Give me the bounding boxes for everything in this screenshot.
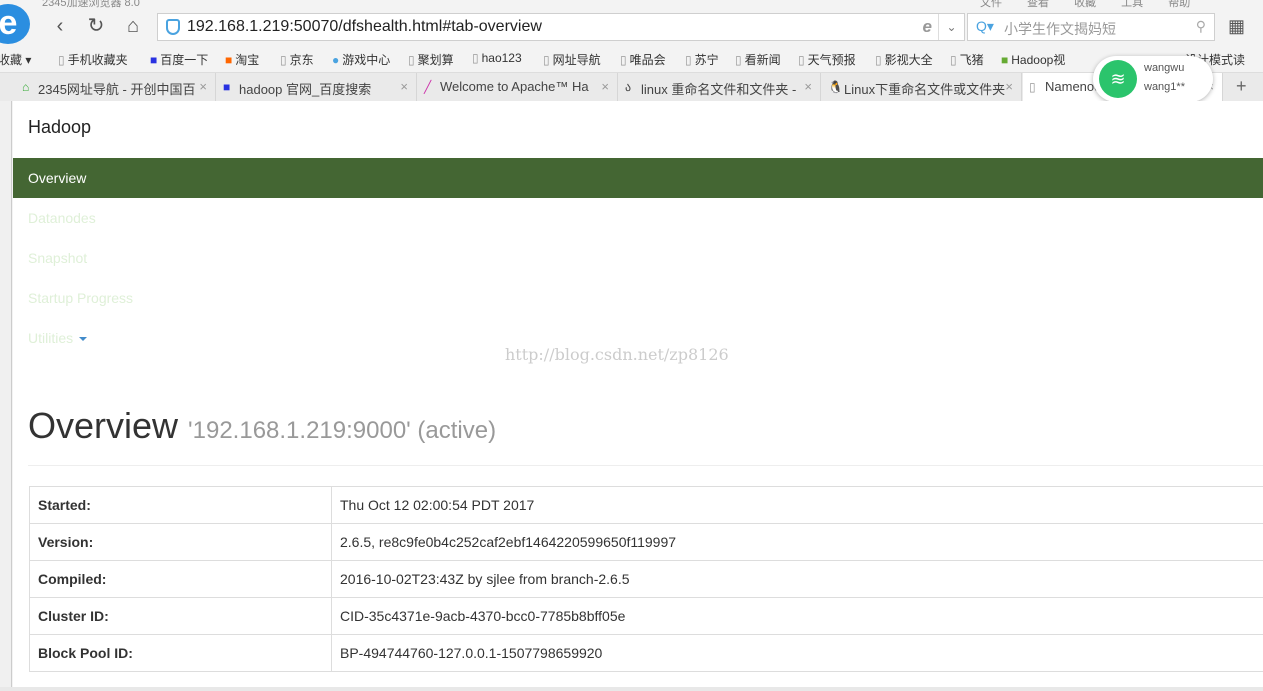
close-icon[interactable]: × (601, 79, 609, 94)
wifi-name: wangwu (1144, 62, 1185, 74)
bookmark-item[interactable]: ▯ 手机收藏夹 (58, 51, 128, 68)
shield-icon (166, 19, 180, 35)
search-engine-icon[interactable]: Q▾ (976, 18, 994, 35)
nav-snapshot[interactable]: Snapshot (13, 238, 1263, 278)
chevron-down-icon[interactable]: ⌄ (938, 14, 964, 40)
row-label: Compiled: (29, 560, 332, 598)
bookmark-item[interactable]: ▯ 唯品会 (620, 51, 666, 68)
page-title: Overview '192.168.1.219:9000' (active) (28, 405, 497, 446)
url-input[interactable]: 192.168.1.219:50070/dfshealth.html#tab-o… (187, 18, 542, 36)
nav-utilities-label: Utilities (28, 330, 74, 346)
home-icon[interactable]: ⌂ (121, 14, 145, 38)
page-subtitle: '192.168.1.219:9000' (active) (188, 417, 497, 444)
back-icon[interactable]: ‹ (48, 14, 72, 38)
sidebar-strip (0, 101, 12, 691)
table-row: Started: Thu Oct 12 02:00:54 PDT 2017 (29, 486, 1263, 524)
menu-bar[interactable]: 文件 查看 收藏 工具 帮助 (980, 0, 1190, 10)
browser-tab[interactable]: 🐧 Linux下重命名文件或文件夹 × (822, 73, 1022, 102)
search-input[interactable]: 小学生作文揭妈短 (1004, 19, 1116, 39)
bookmarks-bar: 收藏 ▾ ▯ 手机收藏夹 ■ 百度一下 ■ 淘宝 ▯ 京东 ● 游戏中心 ▯ 聚划算 ▯ ha… (0, 45, 1263, 72)
row-label: Version: (29, 523, 332, 561)
bookmark-item[interactable]: ■ 淘宝 (225, 51, 259, 68)
apps-grid-icon[interactable]: ▦ (1228, 16, 1245, 37)
overview-table: Started: Thu Oct 12 02:00:54 PDT 2017 Vers… (29, 486, 1263, 672)
bookmark-item[interactable]: ▯ 聚划算 (408, 51, 454, 68)
new-tab-icon[interactable]: + (1236, 76, 1247, 97)
bookmark-item[interactable]: ▯ 网址导航 (543, 51, 601, 68)
table-row: Version: 2.6.5, re8c9fe0b4c252caf2ebf1464… (29, 523, 1263, 561)
browser-tab[interactable]: ╱ Welcome to Apache™ Ha × (418, 73, 618, 102)
address-bar[interactable]: 192.168.1.219:50070/dfshealth.html#tab-o… (157, 13, 965, 41)
nav-startup-progress[interactable]: Startup Progress (13, 278, 1263, 318)
row-value: Thu Oct 12 02:00:54 PDT 2017 (331, 486, 1263, 524)
reload-icon[interactable]: ↻ (84, 14, 108, 38)
close-icon[interactable]: × (1005, 79, 1013, 94)
search-icon[interactable]: ⚲ (1196, 18, 1206, 35)
ie-mode-icon[interactable]: e (923, 17, 932, 37)
window-title: 2345加速浏览器 8.0 (42, 0, 140, 9)
bookmark-item[interactable]: ▯ 飞猪 (950, 51, 984, 68)
browser-tab[interactable]: ■ hadoop 官网_百度搜索 × (217, 73, 417, 102)
tab-strip: ⌂ 2345网址导航 - 开创中国百 × ■ hadoop 官网_百度搜索 × ╱ Wel… (0, 72, 1263, 102)
close-icon[interactable]: × (400, 79, 408, 94)
table-row: Compiled: 2016-10-02T23:43Z by sjlee from… (29, 560, 1263, 598)
title-bar: 2345加速浏览器 8.0 文件 查看 收藏 工具 帮助 (0, 0, 1263, 10)
bookmark-item[interactable]: ▯ 看新闻 (735, 51, 781, 68)
nav-datanodes[interactable]: Datanodes (13, 198, 1263, 238)
row-value: CID-35c4371e-9acb-4370-bcc0-7785b8bff05e (331, 597, 1263, 635)
wifi-popup[interactable]: ≋ wangwu wang1** (1093, 56, 1213, 102)
close-icon[interactable]: × (199, 79, 207, 94)
bookmark-item[interactable]: ▯ 影视大全 (875, 51, 933, 68)
status-bar (0, 687, 1263, 691)
wifi-password: wang1** (1144, 81, 1185, 93)
search-box[interactable]: Q▾ 小学生作文揭妈短 ⚲ (967, 13, 1215, 41)
bookmark-item[interactable]: ■ 百度一下 (150, 51, 208, 68)
browser-tab[interactable]: ⌂ 2345网址导航 - 开创中国百 × (16, 73, 216, 102)
bookmark-item[interactable]: ● 游戏中心 (332, 51, 390, 68)
row-value: 2016-10-02T23:43Z by sjlee from branch-2… (331, 560, 1263, 598)
bookmark-item[interactable]: ■ Hadoop视 (1001, 51, 1065, 68)
navbar-brand[interactable]: Hadoop (28, 117, 91, 138)
bookmark-item[interactable]: 收藏 ▾ (0, 51, 31, 68)
divider (28, 465, 1263, 466)
nav-overview[interactable]: Overview (13, 158, 1263, 198)
row-value: 2.6.5, re8c9fe0b4c252caf2ebf146422059965… (331, 523, 1263, 561)
wifi-icon: ≋ (1099, 60, 1137, 98)
table-row: Cluster ID: CID-35c4371e-9acb-4370-bcc0-7… (29, 597, 1263, 635)
bookmark-item[interactable]: ▯ 天气预报 (798, 51, 856, 68)
row-value: BP-494744760-127.0.0.1-1507798659920 (331, 634, 1263, 672)
row-label: Started: (29, 486, 332, 524)
row-label: Cluster ID: (29, 597, 332, 635)
browser-tab[interactable]: ა linux 重命名文件和文件夹 - × (619, 73, 821, 102)
page-content: Hadoop Overview Datanodes Snapshot Start… (13, 101, 1263, 687)
caret-down-icon (79, 337, 88, 342)
bookmark-item[interactable]: ▯ 苏宁 (685, 51, 719, 68)
table-row: Block Pool ID: BP-494744760-127.0.0.1-150… (29, 634, 1263, 672)
bookmark-item[interactable]: ▯ 京东 (280, 51, 314, 68)
bookmark-item[interactable]: ▯ hao123 (472, 51, 522, 65)
row-label: Block Pool ID: (29, 634, 332, 672)
browser-logo-icon: e (0, 4, 30, 44)
watermark: http://blog.csdn.net/zp8126 (505, 345, 729, 364)
close-icon[interactable]: × (804, 79, 812, 94)
